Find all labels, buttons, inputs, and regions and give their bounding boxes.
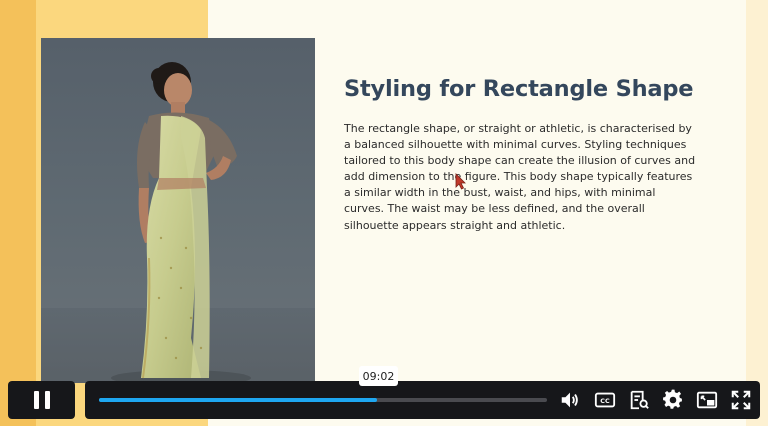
slide-title: Styling for Rectangle Shape — [344, 76, 694, 102]
progress-slider[interactable] — [99, 398, 547, 402]
right-background-band — [746, 0, 768, 426]
volume-button[interactable] — [559, 389, 581, 411]
settings-gear-icon — [663, 389, 682, 409]
woman-in-saree-photo — [41, 38, 315, 383]
closed-captions-icon: CC — [594, 392, 616, 408]
fullscreen-button[interactable] — [730, 389, 752, 411]
picture-in-picture-button[interactable] — [696, 389, 718, 411]
mouse-pointer-icon — [455, 173, 466, 190]
seek-time-tooltip: 09:02 — [359, 366, 398, 386]
picture-in-picture-icon — [696, 391, 718, 409]
settings-button[interactable] — [662, 389, 684, 411]
volume-icon — [561, 392, 578, 408]
pause-icon — [33, 391, 39, 409]
svg-text:CC: CC — [600, 397, 610, 405]
closed-captions-button[interactable]: CC — [594, 389, 616, 411]
left-background-band — [0, 0, 36, 426]
transcript-icon — [630, 390, 649, 410]
player-control-bar: CC — [85, 381, 760, 419]
pause-button[interactable] — [8, 381, 75, 419]
transcript-button[interactable] — [628, 389, 650, 411]
progress-fill — [99, 398, 377, 402]
slide-body-text: The rectangle shape, or straight or athl… — [344, 122, 696, 232]
fullscreen-icon — [731, 390, 751, 410]
